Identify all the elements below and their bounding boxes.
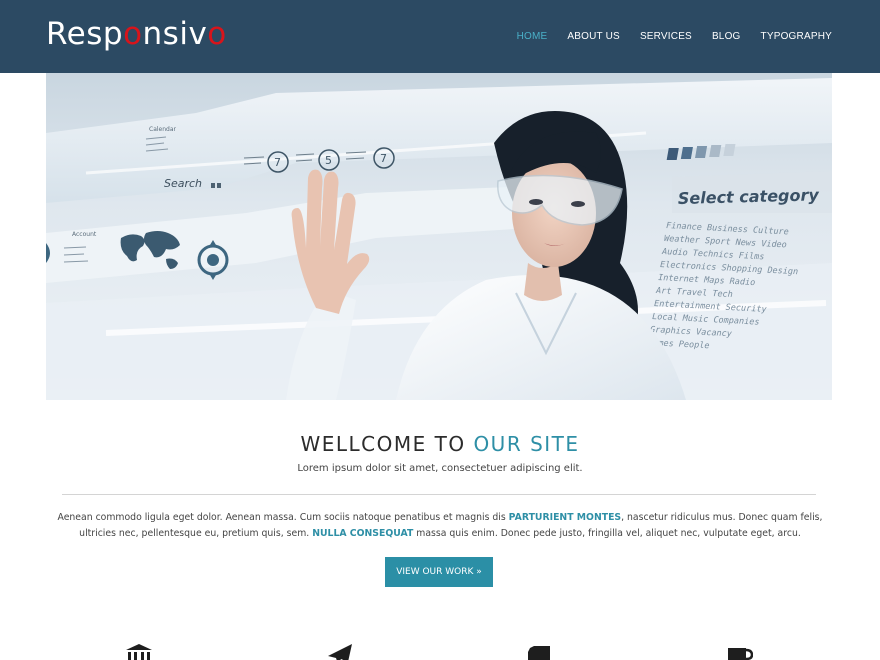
paper-plane-icon — [328, 644, 352, 660]
badge-2: 5 — [325, 154, 332, 167]
section-divider — [62, 494, 816, 495]
view-our-work-button[interactable]: VIEW OUR WORK » — [385, 557, 493, 587]
select-category-label: Select category — [678, 185, 820, 208]
para-text-1: Aenean commodo ligula eget dolor. Aenean… — [57, 512, 509, 523]
hero-illustration: Calendar Search 7 5 7 Account Select cat… — [46, 78, 832, 400]
nav-services[interactable]: SERVICES — [640, 30, 692, 44]
logo-o-red-1: o — [123, 16, 143, 52]
search-label: Search — [164, 177, 202, 190]
calendar-label: Calendar — [149, 126, 177, 133]
coffee-cup-icon — [728, 648, 753, 660]
para-highlight-1: PARTURIENT MONTES — [508, 512, 622, 523]
welcome-subtitle: Lorem ipsum dolor sit amet, consectetuer… — [297, 463, 583, 474]
logo-o-red-2: o — [207, 16, 227, 52]
site-logo[interactable]: Responsivo — [46, 14, 227, 54]
welcome-heading: WELLCOME TO OUR SITE — [0, 432, 880, 456]
nav-blog[interactable]: BLOG — [712, 30, 741, 44]
welcome-heading-accent: OUR SITE — [473, 432, 580, 456]
welcome-paragraph: Aenean commodo ligula eget dolor. Aenean… — [46, 510, 834, 542]
nav-about-us[interactable]: ABOUT US — [567, 30, 620, 44]
site-header: Responsivo HOME ABOUT US SERVICES BLOG T… — [0, 0, 880, 73]
logo-text-part1: Resp — [46, 16, 124, 52]
account-label: Account — [72, 231, 97, 238]
logo-text-part2: nsiv — [142, 16, 208, 52]
badge-3: 7 — [380, 152, 387, 165]
nav-home[interactable]: HOME — [517, 30, 548, 44]
hero-banner-image: Calendar Search 7 5 7 Account Select cat… — [46, 73, 832, 400]
para-highlight-2: NULLA CONSEQUAT — [312, 528, 414, 539]
main-nav: HOME ABOUT US SERVICES BLOG TYPOGRAPHY — [497, 30, 832, 44]
bank-icon — [126, 644, 152, 660]
para-text-3: massa quis enim. Donec pede justo, fring… — [413, 528, 801, 539]
nav-typography[interactable]: TYPOGRAPHY — [761, 30, 832, 44]
welcome-heading-part1: WELLCOME TO — [300, 432, 474, 456]
truck-icon — [528, 646, 550, 660]
badge-1: 7 — [274, 156, 281, 169]
